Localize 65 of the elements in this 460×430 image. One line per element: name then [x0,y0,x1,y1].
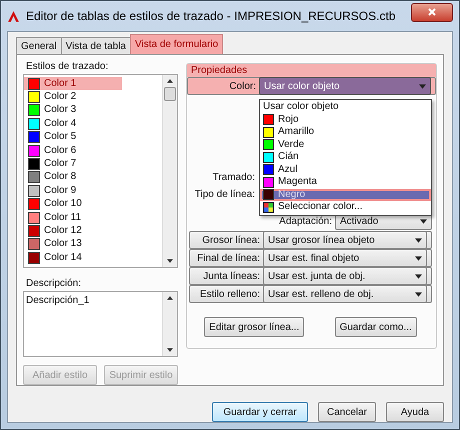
dropdown[interactable]: Usar grosor línea objeto [263,231,427,249]
scroll-down-icon [167,348,173,352]
caret-icon [415,256,422,260]
dropdown-option[interactable]: Magenta [260,176,431,188]
field-label: Grosor línea: [201,234,260,246]
style-list-item[interactable]: Color 11 [24,210,162,224]
window-title: Editor de tablas de estilos de trazado - IMPRESION_RECURSOS.ctb [26,9,396,23]
style-list-item[interactable]: Color 9 [24,184,162,198]
dropdown-option[interactable]: Cián [260,151,431,164]
style-list-item[interactable]: Color 4 [24,117,162,131]
field-label: Estilo relleno: [198,288,260,300]
style-list-item[interactable]: Color 14 [24,251,162,264]
properties-button[interactable]: Guardar como... [334,317,417,337]
dropdown[interactable]: Usar est. junta de obj. [263,267,427,285]
description-label: Descripción: [26,278,82,289]
caret-icon [415,292,422,296]
scrollbar[interactable] [162,75,177,267]
style-list-item[interactable]: Color 12 [24,224,162,238]
style-list-item[interactable]: Color 7 [24,157,162,171]
dialog-button[interactable]: Cancelar [318,402,376,422]
tab[interactable]: General [16,37,62,54]
description-field[interactable]: Descripción_1 [23,291,178,357]
dropdown-option[interactable]: Azul [260,164,431,176]
field-label: Tipo de línea: [194,189,255,200]
caret-icon [415,238,422,242]
tab[interactable]: Vista de formulario [130,34,224,54]
dialog-button[interactable]: Guardar y cerrar [212,402,308,422]
style-list-item[interactable]: Color 10 [24,198,162,211]
dropdown[interactable]: Usar est. final objeto [263,249,427,267]
dropdown-option[interactable]: Seleccionar color... [260,201,431,214]
style-list-item[interactable]: Color 8 [24,170,162,184]
list-label: Estilos de trazado: [26,61,110,72]
color-picker-icon [263,202,274,213]
dropdown-option[interactable]: Negro [260,188,431,201]
close-icon [427,7,437,17]
dropdown-option[interactable]: Verde [260,138,431,151]
field-label: Final de línea: [196,252,260,264]
group-title: Propiedades [187,64,436,77]
dropdown[interactable]: Usar color objeto [259,77,431,95]
style-list-item[interactable]: Color 2 [24,90,162,104]
field-label: Tramado: [212,172,255,183]
field-label: Adaptación: [278,216,332,226]
style-list-item[interactable]: Color 3 [24,104,162,118]
dropdown[interactable]: Usar est. relleno de obj. [263,285,427,303]
scroll-up-icon [167,79,173,83]
style-list-item[interactable]: Color 1 [24,77,122,90]
style-list-item[interactable]: Color 5 [24,130,162,144]
scrollbar-thumb[interactable] [164,87,176,101]
properties-button[interactable]: Editar grosor línea... [204,317,304,337]
caret-icon [420,218,427,224]
field-label: Color: [228,80,256,92]
dropdown-option[interactable]: Rojo [260,114,431,126]
caret-icon [419,84,426,88]
dropdown-option[interactable]: Usar color objeto [260,101,431,114]
caret-icon [415,274,422,278]
dropdown-option[interactable]: Amarillo [260,126,431,138]
style-list-item[interactable]: Color 13 [24,238,162,252]
tab[interactable]: Vista de tabla [60,37,131,54]
style-list-item[interactable]: Color 6 [24,144,162,158]
triangle-logo-icon [7,10,20,22]
scroll-down-icon [167,259,173,263]
close-button[interactable] [411,2,453,22]
scroll-up-icon [167,296,173,300]
field-label: Junta líneas: [202,270,260,282]
dialog-button[interactable]: Ayuda [386,402,444,422]
